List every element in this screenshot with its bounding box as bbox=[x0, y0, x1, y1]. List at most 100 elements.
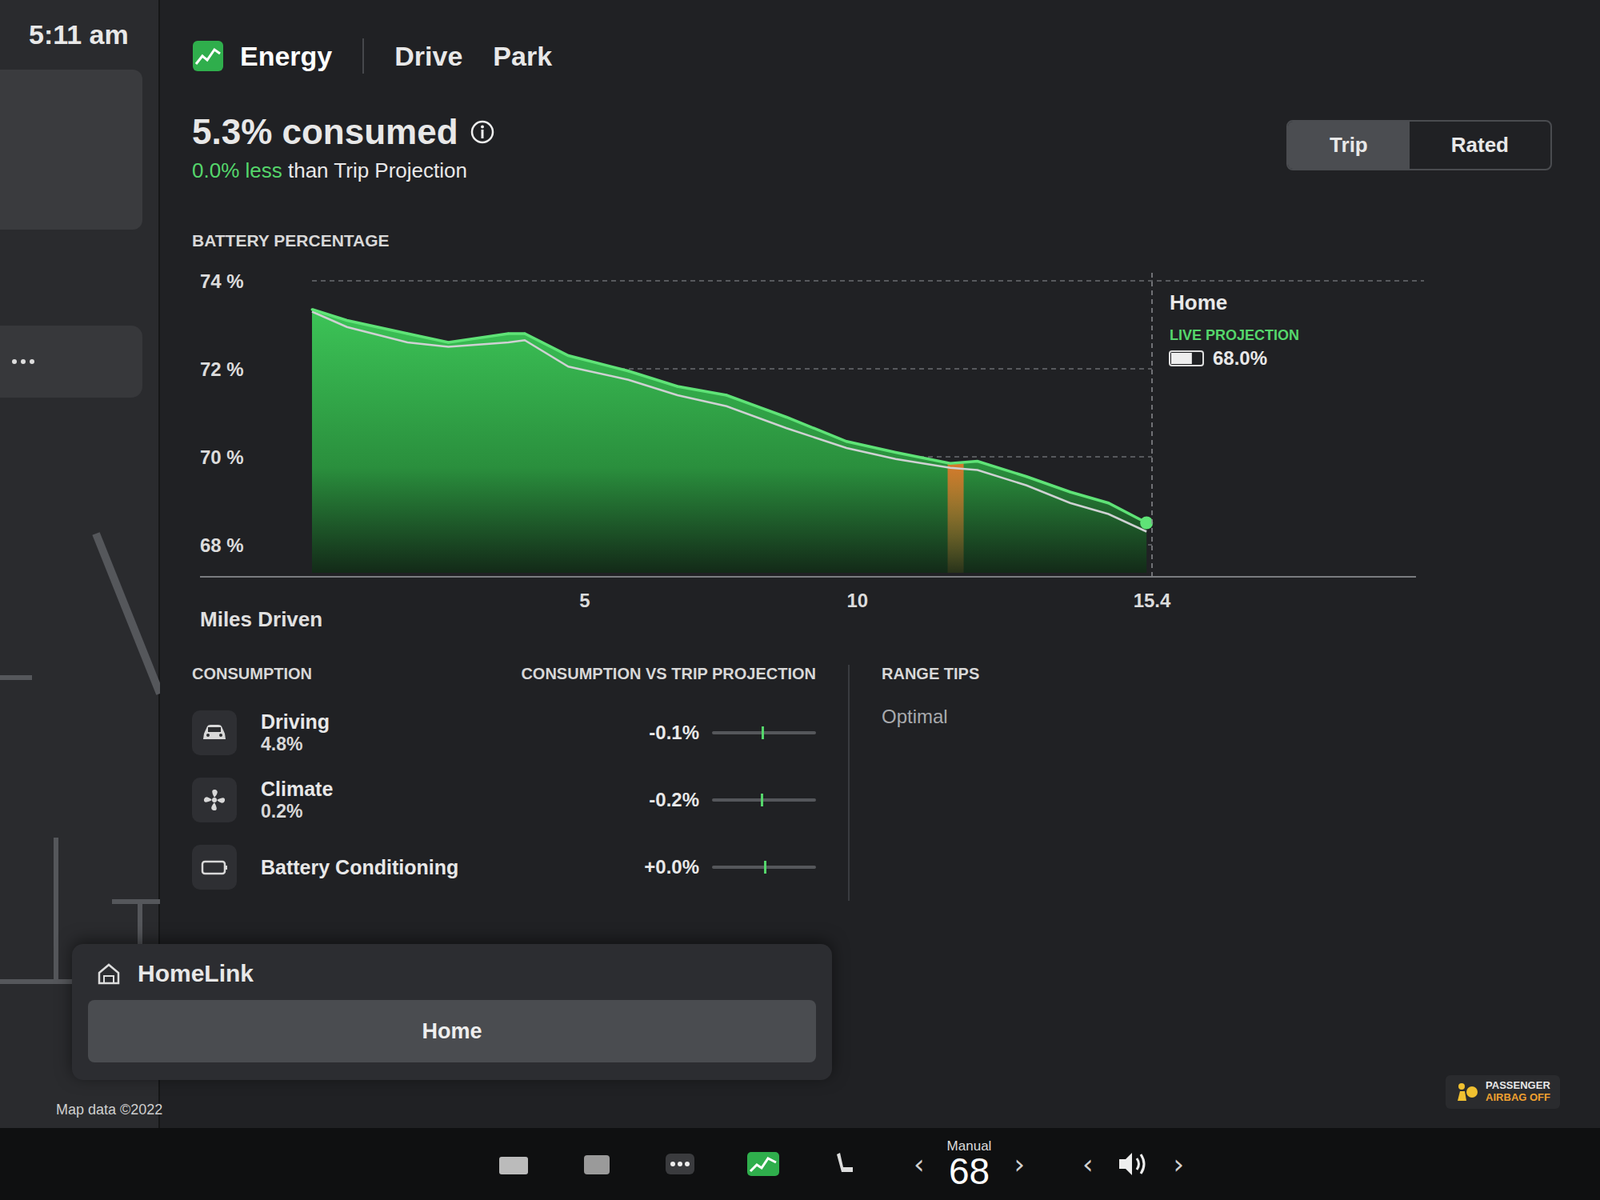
consumption-header: CONSUMPTION CONSUMPTION VS TRIP PROJECTI… bbox=[192, 664, 816, 684]
chart-title: BATTERY PERCENTAGE bbox=[192, 231, 1552, 251]
actual-line bbox=[312, 309, 1147, 524]
battery-heat-icon bbox=[200, 858, 228, 876]
consumption-delta: -0.1% bbox=[619, 721, 700, 744]
actual-point bbox=[894, 451, 897, 454]
y-tick: 74 % bbox=[200, 270, 244, 292]
map-attribution: Map data ©2022 bbox=[0, 1101, 159, 1119]
y-tick: 72 % bbox=[200, 358, 244, 380]
grid-line bbox=[312, 280, 1424, 282]
map-more-button[interactable] bbox=[0, 325, 143, 398]
delta-marker bbox=[761, 726, 764, 740]
clock: 5:11 am bbox=[0, 19, 159, 51]
consumption-area bbox=[312, 309, 1147, 573]
projection-line bbox=[312, 312, 1147, 532]
consumption-delta: -0.2% bbox=[619, 788, 700, 812]
actual-point bbox=[447, 341, 450, 344]
energy-app-icon[interactable] bbox=[745, 1150, 781, 1178]
summary: 5.3% consumed 0.0% less than Trip Projec… bbox=[192, 112, 496, 184]
delta-marker bbox=[764, 860, 767, 874]
volume-down-button[interactable]: ‹ bbox=[1077, 1148, 1099, 1180]
consumption-label: Driving 4.8% bbox=[260, 710, 607, 756]
consumption-delta: +0.0% bbox=[619, 856, 700, 879]
consumption-icon-box bbox=[192, 710, 237, 756]
passenger-airbag-badge: PASSENGER AIRBAG OFF bbox=[1445, 1075, 1560, 1109]
main-area: 5:11 am Map data ©2022 Energy Drive Park… bbox=[0, 0, 1600, 1128]
actual-point bbox=[948, 462, 952, 465]
map-card[interactable] bbox=[0, 69, 143, 230]
event-marker bbox=[948, 463, 964, 573]
battery-chart: 74 % 72 % 70 % 68 % Home LIVE PROJECTION 68.0%… bbox=[192, 256, 1440, 633]
bottom-bar: ‹ Manual 68 › ‹ › bbox=[0, 1128, 1600, 1200]
delta-meter bbox=[712, 731, 816, 735]
actual-point bbox=[1025, 475, 1028, 478]
consumption-section: CONSUMPTION CONSUMPTION VS TRIP PROJECTI… bbox=[192, 664, 816, 901]
mode-option[interactable]: Trip bbox=[1288, 121, 1410, 169]
mode-option[interactable]: Rated bbox=[1409, 121, 1551, 169]
tab-separator bbox=[362, 38, 364, 74]
car-icon bbox=[200, 722, 228, 744]
homelink-panel: HomeLink Home bbox=[72, 944, 832, 1080]
tab[interactable]: Park bbox=[492, 40, 552, 72]
temp-up-button[interactable]: › bbox=[1008, 1148, 1030, 1180]
x-tick: 15.4 bbox=[1133, 589, 1172, 612]
garage-icon bbox=[96, 960, 122, 987]
current-point bbox=[1140, 516, 1153, 530]
homelink-home-button[interactable]: Home bbox=[88, 1000, 816, 1063]
y-tick: 70 % bbox=[200, 446, 244, 468]
consumption-icon-box bbox=[192, 844, 237, 890]
info-icon[interactable] bbox=[469, 119, 496, 145]
delta-meter bbox=[712, 865, 816, 869]
summary-row: 5.3% consumed 0.0% less than Trip Projec… bbox=[192, 112, 1552, 184]
cards-icon[interactable] bbox=[496, 1150, 532, 1178]
consumption-row: Driving 4.8% -0.1% bbox=[192, 699, 816, 767]
actual-point bbox=[523, 332, 526, 336]
consumption-icon-box bbox=[192, 777, 237, 823]
destination-line bbox=[1151, 272, 1153, 577]
actual-point bbox=[785, 416, 788, 419]
speaker-icon[interactable] bbox=[1116, 1149, 1152, 1179]
temperature-display[interactable]: Manual 68 bbox=[947, 1139, 992, 1190]
consumption-row: Climate 0.2% -0.2% bbox=[192, 766, 816, 834]
energy-icon bbox=[192, 40, 224, 72]
actual-point bbox=[507, 332, 510, 336]
consumed-total: 5.3% consumed bbox=[192, 112, 496, 152]
live-projection-value: 68.0% bbox=[1212, 347, 1268, 369]
actual-point bbox=[311, 308, 314, 311]
homelink-title: HomeLink bbox=[88, 960, 816, 988]
fan-icon bbox=[201, 787, 228, 813]
camera-icon[interactable] bbox=[579, 1150, 615, 1178]
tab[interactable]: Drive bbox=[394, 40, 463, 72]
delta-meter bbox=[712, 798, 816, 802]
climate-control: ‹ Manual 68 › bbox=[908, 1139, 1030, 1190]
temp-down-button[interactable]: ‹ bbox=[908, 1148, 930, 1180]
tab[interactable]: Energy bbox=[192, 40, 332, 72]
volume-control: ‹ › bbox=[1077, 1148, 1189, 1180]
range-tips-text: Optimal bbox=[881, 705, 980, 728]
battery-icon bbox=[1169, 351, 1204, 366]
actual-point bbox=[567, 354, 570, 357]
more-apps-icon[interactable] bbox=[662, 1150, 698, 1178]
x-tick: 5 bbox=[579, 589, 590, 612]
seat-heater-icon[interactable] bbox=[828, 1148, 861, 1180]
x-tick: 10 bbox=[846, 589, 868, 612]
actual-point bbox=[406, 332, 409, 336]
tab-bar: Energy Drive Park bbox=[192, 32, 1552, 80]
section-divider bbox=[848, 664, 850, 901]
destination-label: Home bbox=[1169, 290, 1228, 315]
range-tips-title: RANGE TIPS bbox=[881, 664, 980, 684]
battery-fill bbox=[1171, 352, 1192, 364]
y-tick: 68 % bbox=[200, 534, 244, 556]
live-projection-label: LIVE PROJECTION bbox=[1169, 327, 1300, 344]
more-icon bbox=[11, 358, 36, 365]
consumption-row: Battery Conditioning +0.0% bbox=[192, 833, 816, 901]
consumption-label: Climate 0.2% bbox=[260, 777, 607, 823]
x-axis-title: Miles Driven bbox=[200, 607, 323, 632]
actual-point bbox=[345, 319, 348, 322]
mode-toggle: TripRated bbox=[1286, 120, 1552, 171]
volume-up-button[interactable]: › bbox=[1168, 1148, 1190, 1180]
actual-point bbox=[725, 394, 728, 397]
actual-point bbox=[676, 385, 679, 388]
actual-point bbox=[845, 440, 848, 443]
airbag-icon bbox=[1455, 1081, 1480, 1103]
actual-point bbox=[976, 460, 979, 463]
